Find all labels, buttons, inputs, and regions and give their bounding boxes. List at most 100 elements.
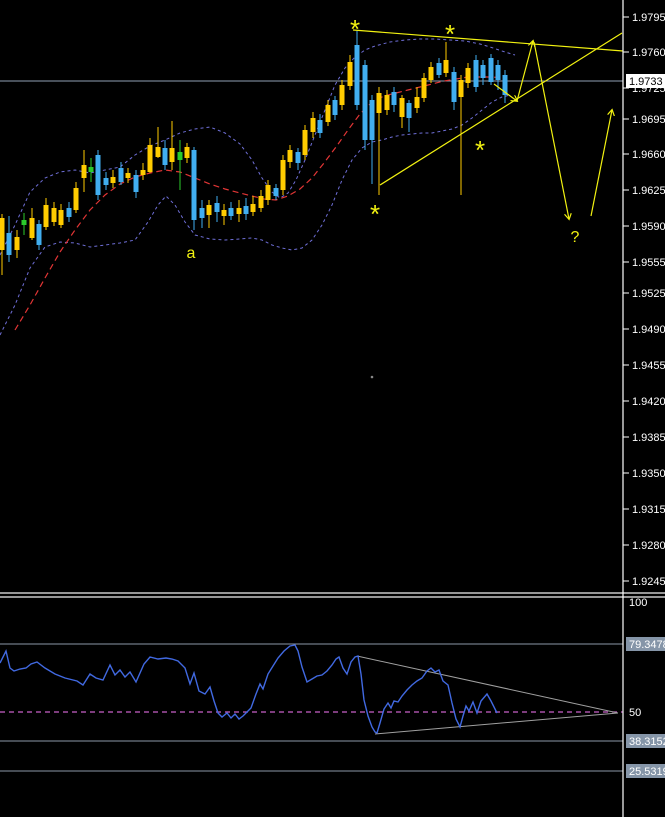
candle-body: [51, 208, 57, 222]
candle-body: [88, 167, 94, 172]
candle-body: [58, 210, 64, 225]
candle-body: [295, 152, 301, 163]
candle-body: [310, 118, 316, 132]
candle-body: [214, 203, 220, 212]
candle-body: [147, 145, 153, 172]
candle-body: [406, 103, 412, 118]
oscillator-level-label: 38.3152: [629, 736, 665, 748]
candle-body: [391, 92, 397, 105]
price-tick-label: 1.9280: [632, 540, 665, 552]
candle-body: [228, 208, 234, 216]
candle-body: [339, 85, 345, 105]
candle-body: [43, 205, 49, 227]
candle-body: [236, 208, 242, 214]
price-tick-label: 1.9455: [632, 360, 665, 372]
candle-body: [428, 67, 434, 80]
question-mark-label: ?: [571, 229, 580, 246]
price-tick-label: 1.9245: [632, 576, 665, 588]
candle-body: [14, 237, 20, 250]
candle-body: [421, 78, 427, 98]
candle-body: [451, 72, 457, 102]
candle-body: [206, 205, 212, 215]
candle: [488, 54, 494, 85]
candle-body: [155, 147, 161, 157]
candle-body: [458, 80, 464, 97]
price-tick-label: 1.9525: [632, 288, 665, 300]
price-tick-label: 1.9350: [632, 468, 665, 480]
candle-body: [325, 105, 331, 122]
candle-body: [103, 178, 109, 185]
candle-body: [66, 208, 72, 217]
wave-marker-asterisk: *: [475, 135, 485, 165]
chart-svg: * ***a?1.97951.97601.97251.96951.96601.96…: [0, 0, 665, 817]
candle: [302, 125, 308, 160]
trading-chart-window: * * * * a? 1.9795 1.9760 1.9725 1.9695 1.9660 1.96…: [0, 0, 665, 817]
candle-body: [265, 185, 271, 200]
wave-marker-asterisk: *: [370, 199, 380, 229]
price-tick-label: 1.9625: [632, 185, 665, 197]
chart-canvas[interactable]: * * * * a? 1.9795 1.9760 1.9725 1.9695 1.9660 1.96…: [0, 0, 665, 817]
candle-body: [273, 188, 279, 196]
candle-body: [369, 100, 375, 140]
candle-body: [0, 218, 5, 250]
stray-dot: [370, 375, 374, 379]
candle-body: [287, 150, 293, 162]
candle: [362, 60, 368, 150]
candle-body: [81, 165, 87, 178]
candle-body: [162, 148, 168, 165]
price-tick-label: 1.9385: [632, 432, 665, 444]
candle-body: [465, 68, 471, 83]
candle-body: [362, 65, 368, 140]
candle-body: [317, 120, 323, 133]
oscillator-level-label: 79.3478: [629, 639, 665, 651]
price-tick-label: 1.9555: [632, 257, 665, 269]
candle-body: [36, 224, 42, 245]
candle-body: [221, 210, 227, 216]
candle-body: [414, 97, 420, 108]
candle-body: [347, 62, 353, 86]
candle-body: [95, 155, 101, 195]
candle-body: [199, 208, 205, 218]
candle-body: [243, 206, 249, 214]
price-tick-label: 1.9760: [632, 47, 665, 59]
candle-body: [473, 60, 479, 87]
wave-marker-asterisk: *: [350, 14, 360, 44]
candle-body: [280, 160, 286, 190]
candle-body: [488, 58, 494, 82]
candle-body: [495, 65, 501, 80]
price-tick-label: 1.9795: [632, 12, 665, 24]
candle-body: [21, 220, 27, 225]
candle-body: [399, 98, 405, 117]
candle: [473, 55, 479, 92]
candle-body: [6, 233, 12, 255]
candle-body: [384, 95, 390, 110]
candle-body: [302, 130, 308, 155]
candle-body: [354, 45, 360, 105]
candle-body: [177, 152, 183, 160]
candle: [95, 150, 101, 200]
candle-body: [29, 218, 35, 238]
price-tick-label: 1.9315: [632, 504, 665, 516]
oscillator-level-label: 25.5319: [629, 766, 665, 778]
oscillator-level-label: 50: [629, 707, 641, 719]
candle-body: [140, 170, 146, 175]
candle: [191, 147, 197, 230]
candle-body: [73, 188, 79, 210]
price-tick-label: 1.9660: [632, 149, 665, 161]
price-tick-label: 1.9590: [632, 221, 665, 233]
candle-body: [332, 100, 338, 115]
price-tick-label: 1.9490: [632, 324, 665, 336]
candle-body: [133, 175, 139, 192]
candle-body: [480, 65, 486, 78]
candle: [280, 155, 286, 195]
candle-body: [436, 63, 442, 75]
candle-body: [250, 204, 256, 212]
price-tick-label: 1.9695: [632, 114, 665, 126]
wave-marker-asterisk: *: [445, 19, 455, 49]
candle-body: [191, 150, 197, 220]
candle-body: [443, 60, 449, 73]
oscillator-level-label: 100: [629, 597, 647, 609]
candle-body: [118, 168, 124, 182]
price-tick-label: 1.9420: [632, 396, 665, 408]
label-a: a: [187, 245, 196, 262]
